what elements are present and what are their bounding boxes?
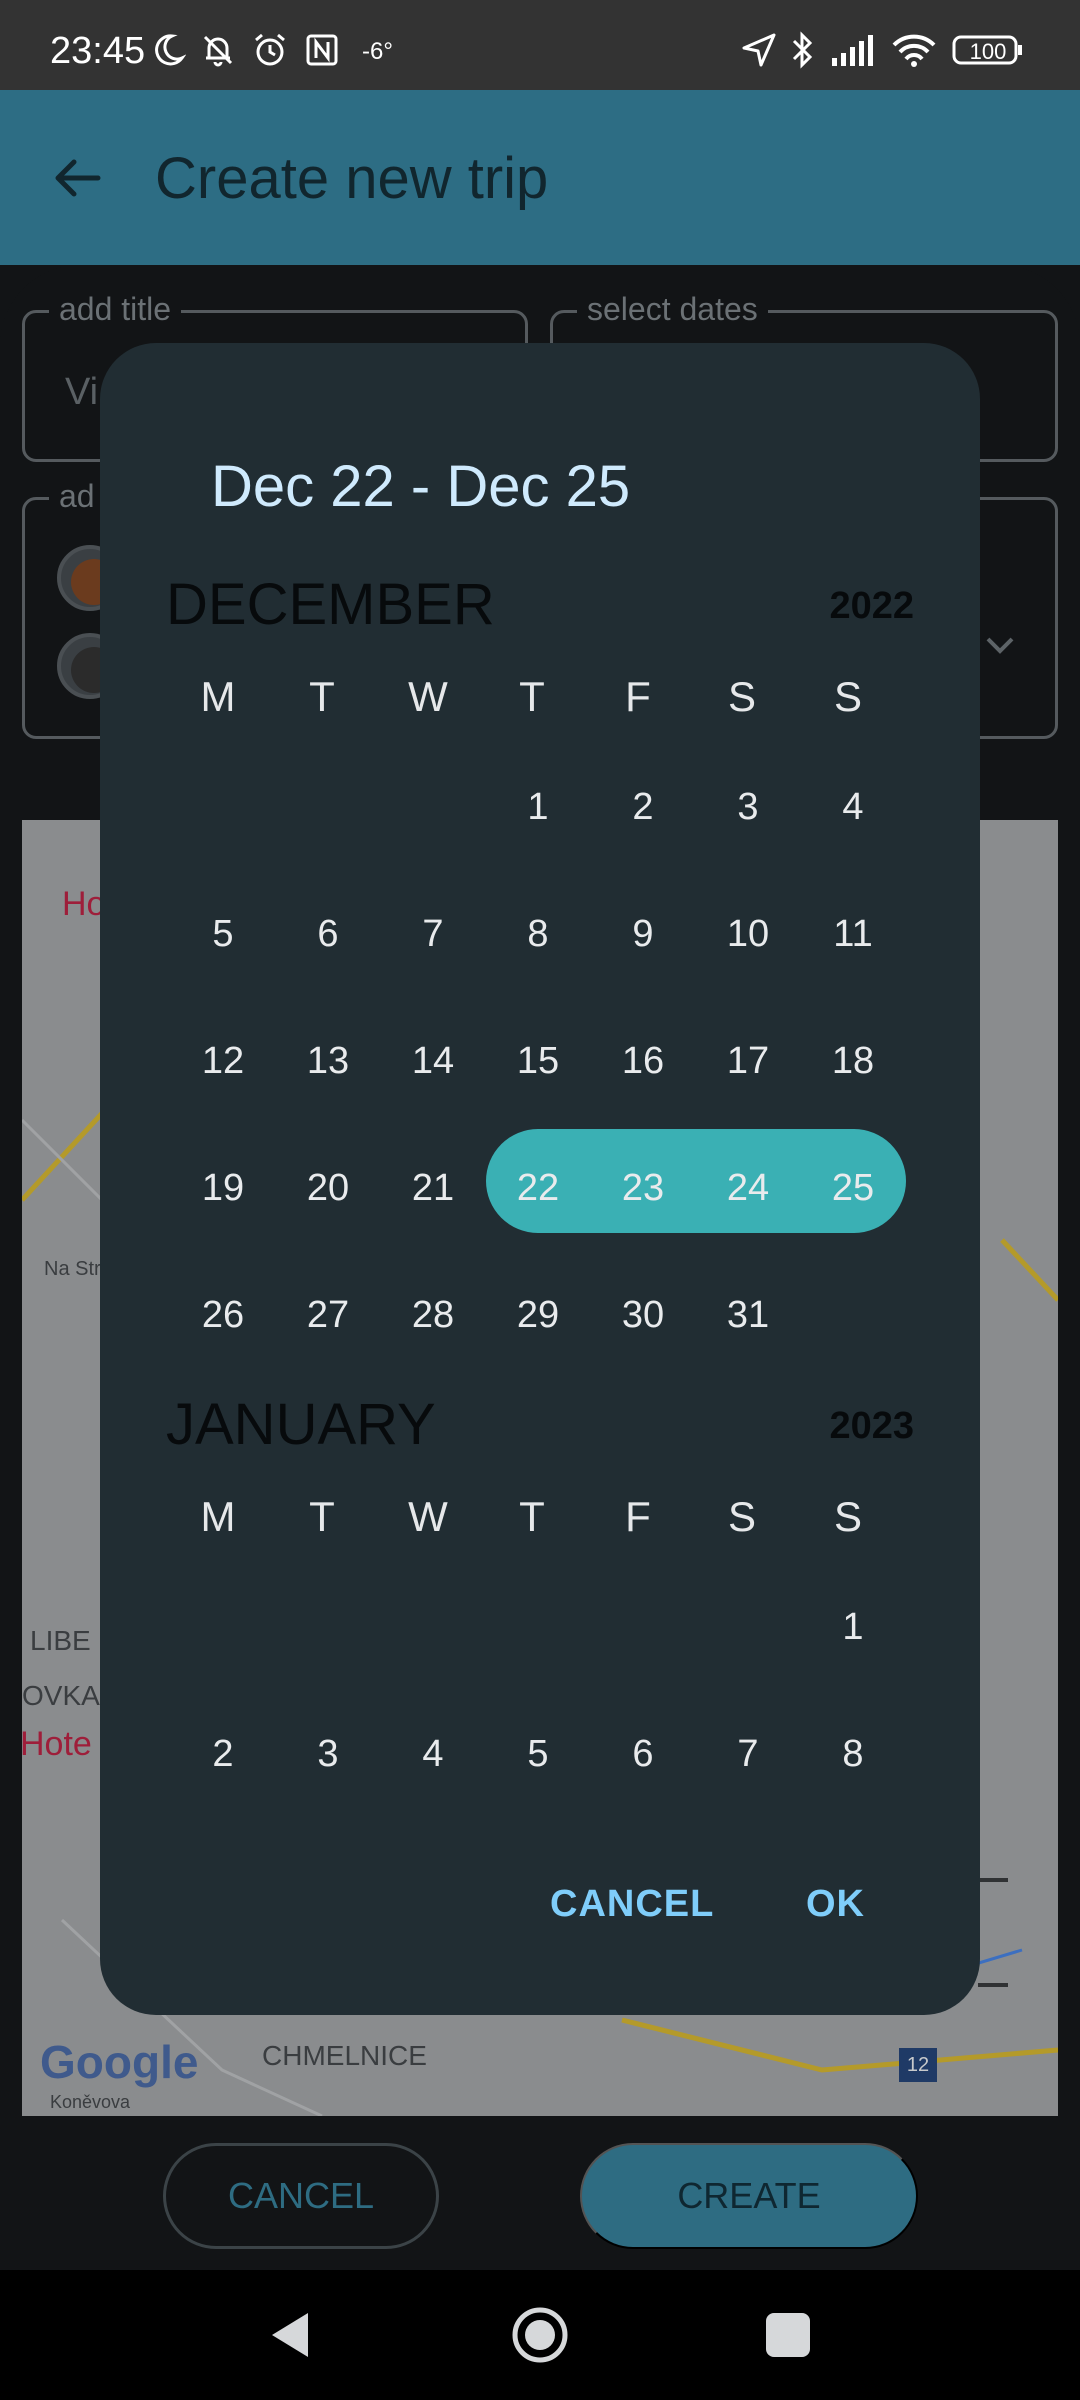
weekday-label: T	[309, 673, 335, 720]
calendar-day[interactable]: 8	[486, 882, 590, 986]
weekday-label: T	[519, 673, 545, 720]
weekday-header: M T W T F S S	[100, 673, 980, 733]
calendar-day[interactable]: 25	[801, 1136, 905, 1240]
navigation-bar	[0, 2270, 1080, 2400]
calendar-day[interactable]: 4	[381, 1702, 485, 1806]
date-range-dialog: Dec 22 - Dec 25 DECEMBER 2022 M T W T F …	[100, 343, 980, 2015]
calendar-day[interactable]: 3	[696, 755, 800, 859]
dates-field-legend: select dates	[577, 291, 768, 328]
calendar-day[interactable]: 28	[381, 1263, 485, 1367]
nfc-icon	[304, 30, 340, 70]
calendar-day[interactable]: 2	[591, 755, 695, 859]
dialog-cancel-button[interactable]: CANCEL	[550, 1883, 714, 1926]
month-name: DECEMBER	[166, 572, 495, 637]
calendar-day[interactable]: 16	[591, 1009, 695, 1113]
weekday-label: F	[625, 673, 651, 720]
calendar-day[interactable]: 27	[276, 1263, 380, 1367]
weekday-label: M	[200, 1493, 236, 1540]
calendar-day[interactable]: 19	[171, 1136, 275, 1240]
year-label: 2022	[829, 585, 914, 627]
cancel-button[interactable]: CANCEL	[163, 2143, 439, 2249]
weekday-label: T	[309, 1493, 335, 1540]
calendar-day[interactable]: 26	[171, 1263, 275, 1367]
map-label: Koněvova	[50, 2092, 131, 2112]
calendar-day[interactable]: 20	[276, 1136, 380, 1240]
bluetooth-icon	[788, 30, 816, 70]
nav-recents-icon[interactable]	[758, 2305, 818, 2365]
members-field-legend: ad	[49, 478, 105, 515]
battery-level: 100	[969, 39, 1007, 64]
map-label: LIBE	[30, 1625, 91, 1656]
google-logo: Google	[40, 2036, 199, 2088]
calendar-day[interactable]: 21	[381, 1136, 485, 1240]
weekday-label: S	[727, 673, 756, 720]
calendar-day[interactable]: 2	[171, 1702, 275, 1806]
calendar-day[interactable]: 31	[696, 1263, 800, 1367]
weekday-label: W	[408, 1493, 448, 1540]
calendar-day[interactable]: 3	[276, 1702, 380, 1806]
create-button[interactable]: CREATE	[580, 2143, 918, 2249]
chevron-down-icon[interactable]	[980, 625, 1020, 665]
calendar-day[interactable]: 9	[591, 882, 695, 986]
dialog-ok-button[interactable]: OK	[806, 1883, 865, 1926]
title-field-legend: add title	[49, 291, 182, 328]
calendar-day[interactable]: 1	[801, 1575, 905, 1679]
page-title: Create new trip	[155, 146, 549, 211]
weekday-label: F	[625, 1493, 651, 1540]
map-label: Ho	[62, 885, 106, 923]
calendar-day[interactable]: 6	[591, 1702, 695, 1806]
map-label: Na Str	[44, 1258, 101, 1280]
status-temperature: -6°	[362, 38, 393, 65]
calendar-day[interactable]: 10	[696, 882, 800, 986]
selected-range-title: Dec 22 - Dec 25	[211, 454, 631, 519]
title-field-value: Vi	[65, 371, 99, 413]
bell-off-icon	[200, 30, 236, 70]
calendar-day[interactable]: 4	[801, 755, 905, 859]
calendar-day[interactable]: 14	[381, 1009, 485, 1113]
calendar-day[interactable]: 24	[696, 1136, 800, 1240]
calendar-day[interactable]: 11	[801, 882, 905, 986]
map-badge: 12	[899, 2048, 937, 2082]
calendar-day[interactable]: 18	[801, 1009, 905, 1113]
calendar-day[interactable]: 5	[486, 1702, 590, 1806]
calendar-day[interactable]: 30	[591, 1263, 695, 1367]
map-label: Hote	[22, 1725, 92, 1763]
status-time: 23:45	[50, 30, 146, 72]
calendar-day[interactable]: 15	[486, 1009, 590, 1113]
location-arrow-icon	[740, 30, 778, 70]
calendar-day[interactable]: 5	[171, 882, 275, 986]
weekday-header: M T W T F S S	[100, 1493, 980, 1553]
calendar-day[interactable]: 23	[591, 1136, 695, 1240]
weekday-label: S	[833, 1493, 862, 1540]
month-name: JANUARY	[166, 1392, 436, 1457]
calendar-day[interactable]: 29	[486, 1263, 590, 1367]
app-header: Create new trip	[0, 90, 1080, 265]
signal-icon	[830, 30, 878, 70]
calendar-day[interactable]: 12	[171, 1009, 275, 1113]
calendar-day[interactable]: 17	[696, 1009, 800, 1113]
nav-back-icon[interactable]	[262, 2305, 322, 2365]
weekday-label: T	[519, 1493, 545, 1540]
weekday-label: M	[200, 673, 236, 720]
calendar-day[interactable]: 22	[486, 1136, 590, 1240]
weekday-label: S	[727, 1493, 756, 1540]
moon-icon	[150, 30, 186, 70]
map-label: OVKA	[22, 1680, 100, 1711]
calendar-day[interactable]: 13	[276, 1009, 380, 1113]
calendar-day[interactable]: 7	[696, 1702, 800, 1806]
weekday-label: W	[408, 673, 448, 720]
year-label: 2023	[829, 1405, 914, 1447]
status-bar: 23:45 -6° 100	[0, 0, 1080, 90]
calendar-day[interactable]: 8	[801, 1702, 905, 1806]
wifi-icon	[890, 30, 938, 70]
map-label: CHMELNICE	[262, 2040, 427, 2071]
weekday-label: S	[833, 673, 862, 720]
back-arrow-icon[interactable]	[48, 148, 108, 208]
alarm-icon	[252, 30, 288, 70]
nav-home-icon[interactable]	[510, 2305, 570, 2365]
calendar-day[interactable]: 7	[381, 882, 485, 986]
calendar-day[interactable]: 1	[486, 755, 590, 859]
calendar-day[interactable]: 6	[276, 882, 380, 986]
